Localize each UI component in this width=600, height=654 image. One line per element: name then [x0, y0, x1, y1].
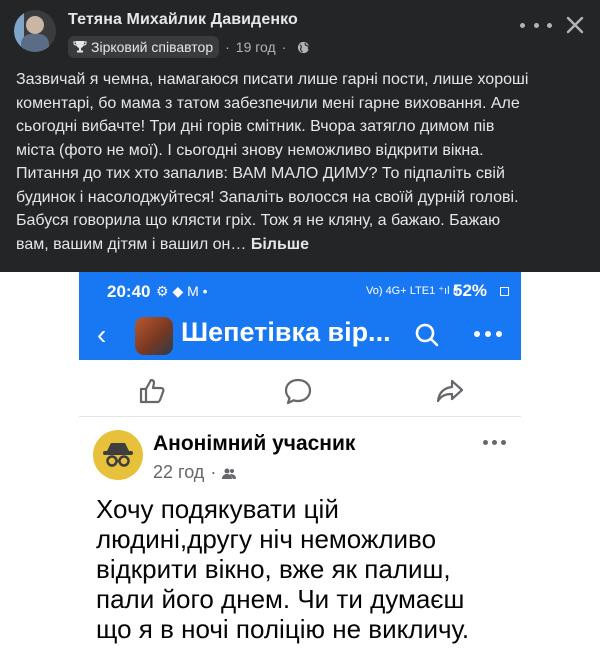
comment-text: Хочу подякувати цій людині,другу ніч нем… [96, 494, 516, 644]
facebook-post: Тетяна Михайлик Давиденко Зірковий співа… [0, 0, 600, 272]
more-dots-icon[interactable] [474, 331, 502, 337]
comment-text-line: пали його днем. Чи ти думаєш [96, 584, 465, 614]
comment-icon[interactable] [283, 376, 313, 406]
comment-meta-separator: · [210, 462, 217, 482]
meta-separator: · [225, 39, 230, 55]
comment-text-line: людині,другу ніч неможливо [96, 524, 437, 554]
badge-label: Зірковий співавтор [91, 39, 214, 55]
post-text: Зазвичай я чемна, намагаюся писати лише … [16, 68, 588, 256]
post-author-name[interactable]: Тетяна Михайлик Давиденко [68, 11, 298, 29]
incognito-icon [103, 443, 133, 467]
post-text-line: Питання до тих хто запалив: ВАМ МАЛО ДИМ… [16, 165, 505, 182]
post-text-line: Бабуся говорила що клясти гріх. Тож я не… [16, 212, 501, 229]
comment-time[interactable]: 22 год [153, 462, 204, 483]
comment-text-line: що я в ночі поліцію не викличу. [96, 614, 470, 644]
comment-text-line: Хочу подякувати цій [96, 494, 339, 524]
attached-screenshot[interactable]: 20:40 ⚙ ◆ M • Vo) 4G+ LTE1 ⁺ıl ıl 52% ‹ … [79, 272, 521, 654]
status-time: 20:40 [107, 282, 151, 301]
post-text-line: міста (фото не мої). І сьогодні знову не… [16, 141, 484, 159]
post-text-line: сьогодні вибачте! Три дні горів смітник.… [16, 118, 495, 135]
post-text-tail: вам, вашим дітям і вашил он… [16, 235, 251, 253]
group-title[interactable]: Шепетівка вір... [181, 317, 391, 348]
status-icons-left: ⚙ ◆ M • [156, 283, 208, 299]
like-icon[interactable] [137, 376, 167, 406]
avatar[interactable] [14, 10, 56, 52]
close-icon[interactable] [562, 12, 588, 38]
phone-status-bar: 20:40 ⚙ ◆ M • Vo) 4G+ LTE1 ⁺ıl ıl 52% [79, 272, 521, 312]
comment-author[interactable]: Анонімний учасник [153, 432, 355, 456]
share-icon[interactable] [435, 376, 465, 406]
top-contributor-badge[interactable]: Зірковий співавтор [68, 36, 220, 58]
post-meta: Зірковий співавтор · 19 год · [68, 36, 310, 58]
post-time[interactable]: 19 год [236, 39, 276, 55]
search-icon[interactable] [413, 321, 441, 349]
back-arrow-icon[interactable]: ‹ [97, 320, 106, 350]
trophy-icon [73, 41, 87, 53]
post-actions [79, 360, 521, 417]
group-thumbnail[interactable] [135, 317, 173, 355]
post-more-button[interactable] [520, 15, 552, 35]
group-app-bar: ‹ Шепетівка вір... [79, 312, 521, 360]
comment-more-button[interactable] [483, 440, 506, 445]
battery-level: 52% [453, 281, 488, 300]
post-text-line: Зазвичай я чемна, намагаюся писати лише … [16, 71, 529, 88]
post-text-line: будинок і насолоджуйтеся! Запаліть волос… [16, 188, 519, 206]
comment-text-line: відкрити вікно, вже як палиш, [96, 554, 451, 584]
meta-separator-2: · [281, 39, 287, 55]
signal-icons: Vo) 4G+ LTE1 ⁺ıl ıl [366, 285, 459, 297]
comment-meta: 22 год · [153, 462, 237, 483]
anonymous-avatar[interactable] [93, 430, 143, 480]
post-text-line-last: вам, вашим дітям і вашил он… Більше [16, 233, 588, 257]
battery-icon [500, 287, 509, 296]
post-text-line: коментарі, бо мама з татом забезпечили м… [16, 94, 520, 112]
globe-icon [298, 41, 310, 53]
group-audience-icon [222, 468, 237, 479]
see-more-link[interactable]: Більше [251, 236, 309, 253]
